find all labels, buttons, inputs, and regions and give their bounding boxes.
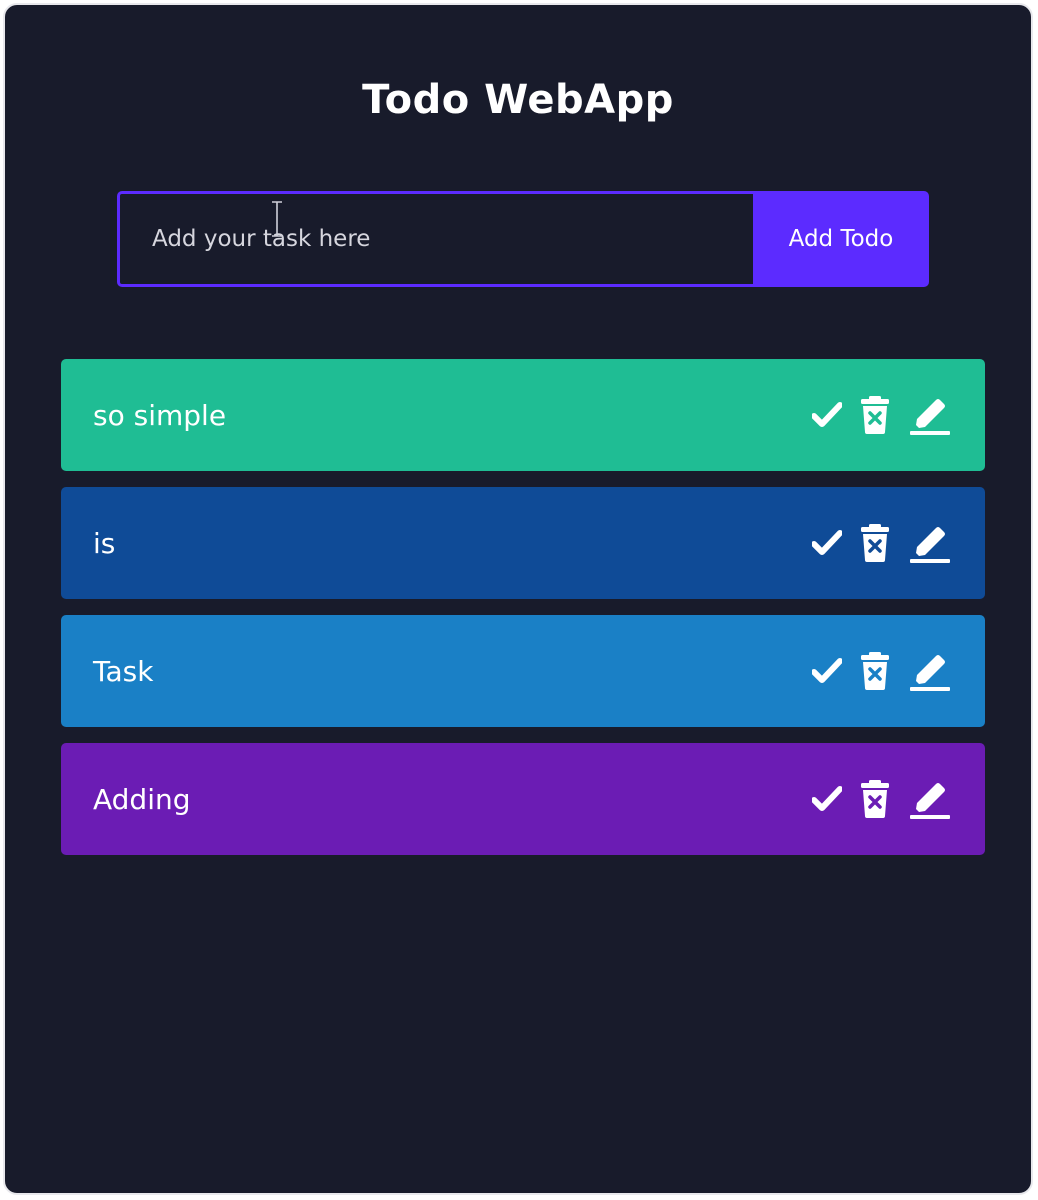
todo-item: is xyxy=(61,487,985,599)
app-window: Todo WebApp Add Todo so simple is xyxy=(3,3,1033,1195)
trash-icon[interactable] xyxy=(859,779,891,819)
pen-icon[interactable] xyxy=(909,649,951,693)
page-title: Todo WebApp xyxy=(362,77,674,123)
add-todo-button[interactable]: Add Todo xyxy=(753,191,929,287)
pen-icon[interactable] xyxy=(909,393,951,437)
add-todo-form: Add Todo xyxy=(117,191,929,287)
trash-icon[interactable] xyxy=(859,651,891,691)
task-input[interactable] xyxy=(117,191,753,287)
todo-text: Adding xyxy=(93,782,191,816)
todo-list: so simple is Task Adding xyxy=(61,359,985,871)
todo-text: is xyxy=(93,526,116,560)
todo-actions xyxy=(811,615,951,727)
todo-text: Task xyxy=(93,654,154,688)
todo-actions xyxy=(811,359,951,471)
pen-icon[interactable] xyxy=(909,777,951,821)
trash-icon[interactable] xyxy=(859,523,891,563)
check-icon[interactable] xyxy=(811,395,843,435)
check-icon[interactable] xyxy=(811,651,843,691)
todo-item: so simple xyxy=(61,359,985,471)
todo-item: Task xyxy=(61,615,985,727)
pen-icon[interactable] xyxy=(909,521,951,565)
todo-actions xyxy=(811,743,951,855)
trash-icon[interactable] xyxy=(859,395,891,435)
todo-item: Adding xyxy=(61,743,985,855)
check-icon[interactable] xyxy=(811,523,843,563)
todo-actions xyxy=(811,487,951,599)
check-icon[interactable] xyxy=(811,779,843,819)
todo-text: so simple xyxy=(93,398,227,432)
